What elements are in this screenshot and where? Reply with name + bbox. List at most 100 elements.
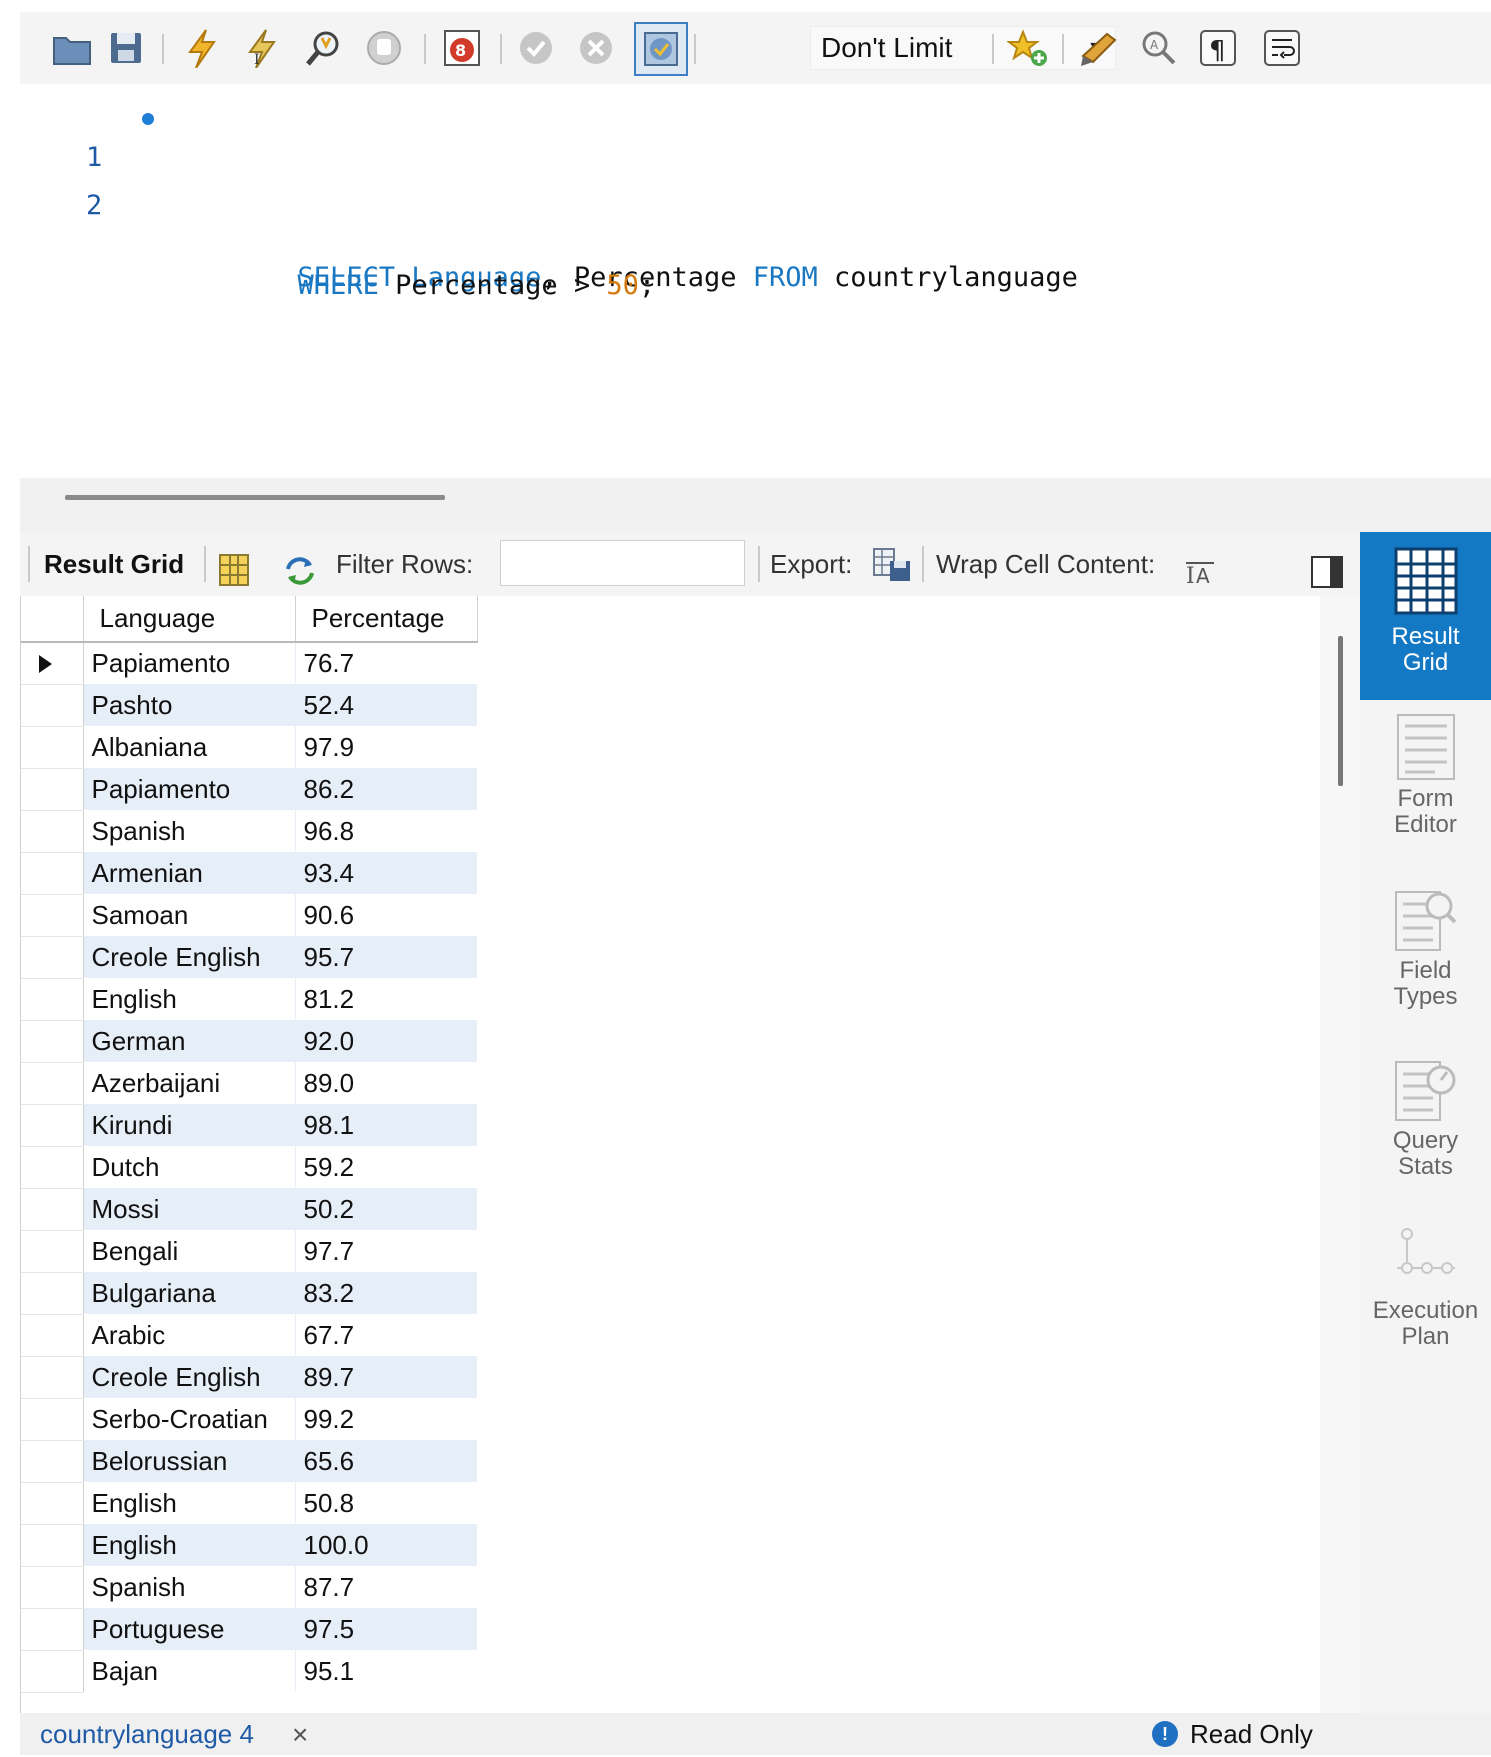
row-selector[interactable] xyxy=(21,1608,84,1651)
result-grid[interactable]: Language Percentage Papiamento 76.7 Pashto… xyxy=(20,596,1321,1713)
cell-language[interactable]: Pashto xyxy=(83,684,296,726)
cell-language[interactable]: English xyxy=(83,1524,296,1566)
vertical-scrollbar[interactable] xyxy=(1320,596,1360,1713)
table-row[interactable]: Albaniana 97.9 xyxy=(21,726,477,769)
row-selector[interactable] xyxy=(21,810,84,853)
row-selector[interactable] xyxy=(21,1440,84,1483)
table-row[interactable]: Kirundi 98.1 xyxy=(21,1104,477,1147)
cell-percentage[interactable]: 97.9 xyxy=(295,726,477,768)
cell-language[interactable]: Kirundi xyxy=(83,1104,296,1146)
cell-percentage[interactable]: 99.2 xyxy=(295,1398,477,1440)
row-selector[interactable] xyxy=(21,894,84,937)
horizontal-scrollbar[interactable] xyxy=(65,495,445,500)
cell-language[interactable]: Serbo-Croatian xyxy=(83,1398,296,1440)
find-icon[interactable]: A xyxy=(1136,26,1180,70)
snippets-icon[interactable] xyxy=(1006,26,1050,70)
cell-language[interactable]: Azerbaijani xyxy=(83,1062,296,1104)
scrollbar-thumb[interactable] xyxy=(1338,636,1343,786)
autocommit-icon[interactable] xyxy=(634,22,688,76)
cell-language[interactable]: Bajan xyxy=(83,1650,296,1692)
row-selector[interactable] xyxy=(21,936,84,979)
row-selector[interactable] xyxy=(21,1272,84,1315)
side-tab-query-stats[interactable]: Query Stats xyxy=(1360,1054,1491,1214)
table-row[interactable]: Mossi 50.2 xyxy=(21,1188,477,1231)
table-row[interactable]: Armenian 93.4 xyxy=(21,852,477,895)
side-tab-result-grid[interactable]: Result Grid xyxy=(1360,532,1491,700)
cell-percentage[interactable]: 50.8 xyxy=(295,1482,477,1524)
cell-percentage[interactable]: 67.7 xyxy=(295,1314,477,1356)
cell-percentage[interactable]: 89.7 xyxy=(295,1356,477,1398)
row-selector[interactable] xyxy=(21,978,84,1021)
row-selector[interactable] xyxy=(21,1482,84,1525)
table-row[interactable]: German 92.0 xyxy=(21,1020,477,1063)
cell-language[interactable]: Albaniana xyxy=(83,726,296,768)
rollback-icon[interactable] xyxy=(574,26,618,70)
table-row[interactable]: Serbo-Croatian 99.2 xyxy=(21,1398,477,1441)
export-icon[interactable] xyxy=(872,544,912,584)
cell-percentage[interactable]: 93.4 xyxy=(295,852,477,894)
cell-percentage[interactable]: 59.2 xyxy=(295,1146,477,1188)
execute-icon[interactable] xyxy=(180,26,224,70)
result-tab-countrylanguage-4[interactable]: countrylanguage 4 xyxy=(40,1713,254,1755)
cell-language[interactable]: Bulgariana xyxy=(83,1272,296,1314)
table-row[interactable]: English 100.0 xyxy=(21,1524,477,1567)
side-tab-field-types[interactable]: Field Types xyxy=(1360,884,1491,1044)
row-selector[interactable] xyxy=(21,1314,84,1357)
cell-percentage[interactable]: 50.2 xyxy=(295,1188,477,1230)
table-row[interactable]: Portuguese 97.5 xyxy=(21,1608,477,1651)
cell-language[interactable]: Bengali xyxy=(83,1230,296,1272)
row-selector[interactable] xyxy=(21,1146,84,1189)
table-row[interactable]: Bajan 95.1 xyxy=(21,1650,477,1693)
cell-language[interactable]: Armenian xyxy=(83,852,296,894)
row-selector[interactable] xyxy=(21,1188,84,1231)
table-row[interactable]: Pashto 52.4 xyxy=(21,684,477,727)
table-row[interactable]: Belorussian 65.6 xyxy=(21,1440,477,1483)
row-selector[interactable] xyxy=(21,1650,84,1693)
row-selector[interactable] xyxy=(21,684,84,727)
cell-language[interactable]: Papiamento xyxy=(83,642,296,684)
table-row[interactable]: Arabic 67.7 xyxy=(21,1314,477,1357)
close-icon[interactable]: × xyxy=(292,1713,308,1757)
row-selector[interactable] xyxy=(21,852,84,895)
refresh-icon[interactable] xyxy=(282,546,318,585)
cell-percentage[interactable]: 76.7 xyxy=(295,642,477,684)
table-row[interactable]: English 50.8 xyxy=(21,1482,477,1525)
row-selector-header[interactable] xyxy=(21,596,84,643)
wrap-cell-icon[interactable]: IA xyxy=(1184,548,1216,589)
folder-icon[interactable] xyxy=(50,26,94,70)
beautify-icon[interactable] xyxy=(1078,26,1122,70)
limit-rows-select[interactable]: Don't Limit ▼ xyxy=(810,26,1116,70)
cell-language[interactable]: Creole English xyxy=(83,1356,296,1398)
row-selector[interactable] xyxy=(21,726,84,769)
cell-language[interactable]: Creole English xyxy=(83,936,296,978)
cell-language[interactable]: Papiamento xyxy=(83,768,296,810)
table-row[interactable]: Dutch 59.2 xyxy=(21,1146,477,1189)
table-row[interactable]: Azerbaijani 89.0 xyxy=(21,1062,477,1105)
invisibles-icon[interactable]: ¶ xyxy=(1196,26,1240,70)
row-selector[interactable] xyxy=(21,1566,84,1609)
cell-percentage[interactable]: 65.6 xyxy=(295,1440,477,1482)
row-selector[interactable] xyxy=(21,1524,84,1567)
cell-percentage[interactable]: 89.0 xyxy=(295,1062,477,1104)
row-selector[interactable] xyxy=(21,768,84,811)
cell-language[interactable]: German xyxy=(83,1020,296,1062)
cell-percentage[interactable]: 83.2 xyxy=(295,1272,477,1314)
cell-percentage[interactable]: 95.7 xyxy=(295,936,477,978)
table-row[interactable]: Papiamento 76.7 xyxy=(21,642,477,685)
stop-on-error-icon[interactable]: 8 xyxy=(440,26,484,70)
table-row[interactable]: Spanish 87.7 xyxy=(21,1566,477,1609)
stop-icon[interactable] xyxy=(362,26,406,70)
cell-language[interactable]: Mossi xyxy=(83,1188,296,1230)
row-selector[interactable] xyxy=(21,642,84,685)
table-row[interactable]: Bengali 97.7 xyxy=(21,1230,477,1273)
table-row[interactable]: Creole English 89.7 xyxy=(21,1356,477,1399)
cell-percentage[interactable]: 97.7 xyxy=(295,1230,477,1272)
cell-language[interactable]: Spanish xyxy=(83,1566,296,1608)
column-header-language[interactable]: Language xyxy=(83,596,296,643)
cell-percentage[interactable]: 81.2 xyxy=(295,978,477,1020)
cell-language[interactable]: English xyxy=(83,978,296,1020)
cell-language[interactable]: Spanish xyxy=(83,810,296,852)
row-selector[interactable] xyxy=(21,1020,84,1063)
save-icon[interactable] xyxy=(104,26,148,70)
row-selector[interactable] xyxy=(21,1104,84,1147)
